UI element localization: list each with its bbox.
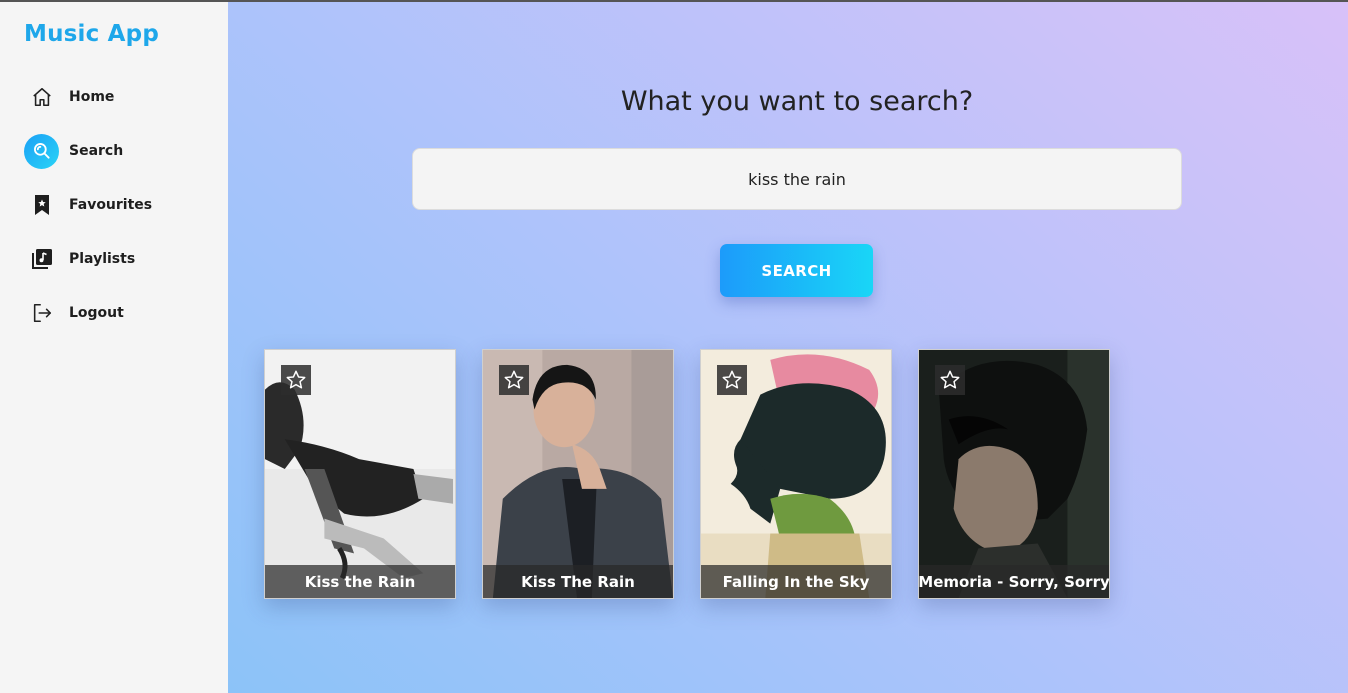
result-title: Kiss The Rain [483,565,673,598]
sidebar-item-label: Home [69,89,115,105]
sidebar-item-favourites[interactable]: Favourites [24,187,214,223]
main-content: What you want to search? SEARCH Kiss the… [228,0,1348,693]
favourite-star-button[interactable] [935,365,965,395]
search-input[interactable] [412,148,1182,210]
app-title: Music App [24,21,160,47]
sidebar-item-label: Logout [69,305,124,321]
window-top-border [0,0,1348,2]
favourite-star-button[interactable] [281,365,311,395]
star-icon [940,370,960,389]
page-title: What you want to search? [620,86,974,117]
sidebar-item-search[interactable]: Search [24,133,214,169]
search-icon [24,133,59,169]
star-icon [722,370,742,389]
result-card[interactable]: Kiss the Rain [264,349,456,599]
home-icon [24,80,59,115]
search-button[interactable]: SEARCH [720,244,873,297]
result-title: Memoria - Sorry, Sorry [919,565,1109,598]
result-card[interactable]: Falling In the Sky [700,349,892,599]
favourite-star-button[interactable] [499,365,529,395]
sidebar-item-label: Search [69,143,124,159]
logout-icon [24,296,59,331]
sidebar-item-logout[interactable]: Logout [24,295,214,331]
sidebar: Music App Home Search Favourites Playlis… [0,0,228,693]
sidebar-item-playlists[interactable]: Playlists [24,241,214,277]
bookmark-star-icon [24,188,59,223]
playlist-icon [24,242,59,277]
sidebar-item-home[interactable]: Home [24,79,214,115]
result-card[interactable]: Kiss The Rain [482,349,674,599]
sidebar-item-label: Playlists [69,251,136,267]
favourite-star-button[interactable] [717,365,747,395]
sidebar-item-label: Favourites [69,197,153,213]
star-icon [286,370,306,389]
star-icon [504,370,524,389]
result-title: Kiss the Rain [265,565,455,598]
result-card[interactable]: Memoria - Sorry, Sorry [918,349,1110,599]
result-title: Falling In the Sky [701,565,891,598]
